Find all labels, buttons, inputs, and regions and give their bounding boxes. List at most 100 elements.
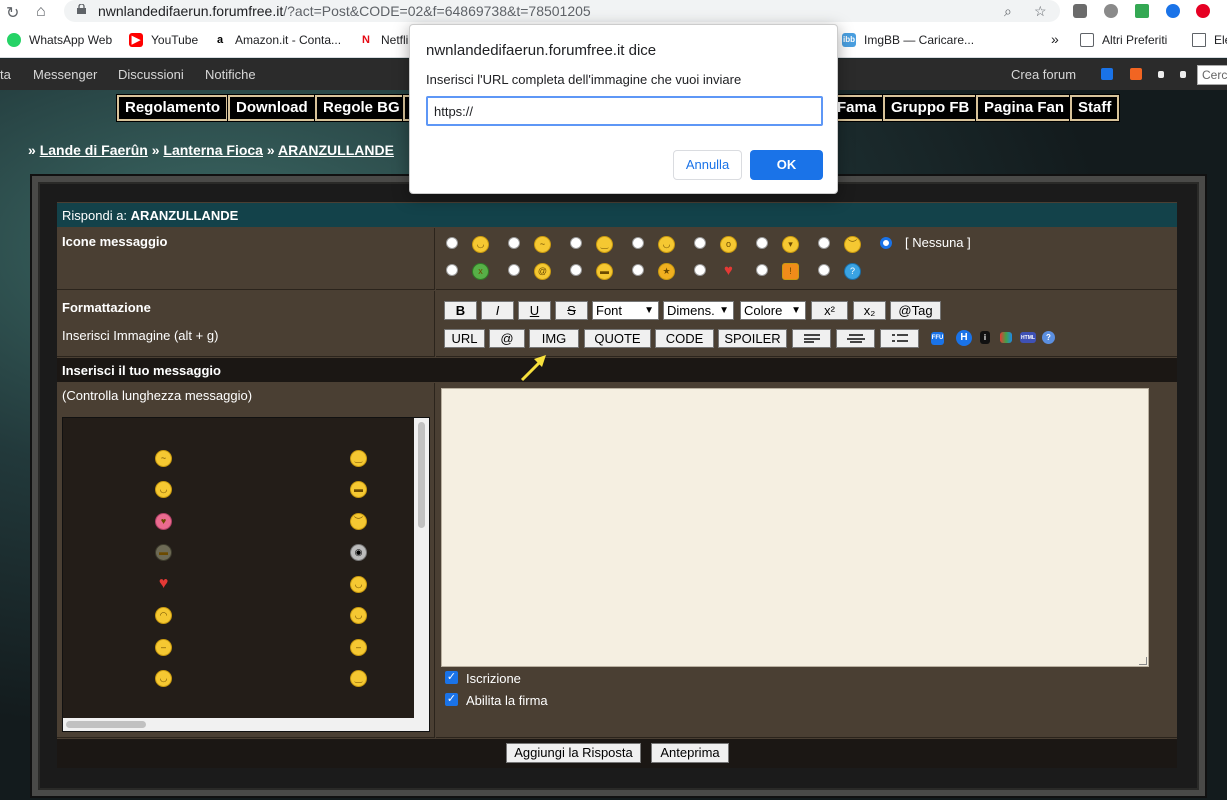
reload-icon[interactable]: ↻	[6, 3, 19, 23]
breadcrumb-lanterna[interactable]: Lanterna Fioca	[163, 142, 263, 158]
topbar-search-input[interactable]: Cerc	[1197, 65, 1227, 85]
dialog-cancel-button[interactable]: Annulla	[673, 150, 742, 180]
emoticon-alien-icon[interactable]: ◉	[350, 544, 367, 561]
align-left-button[interactable]	[792, 329, 831, 348]
drive-icon[interactable]	[1135, 4, 1149, 18]
resize-handle-icon[interactable]	[1139, 657, 1147, 665]
subscribe-checkbox[interactable]: ✓	[445, 671, 458, 684]
align-center-button[interactable]	[836, 329, 875, 348]
icon-radio-none[interactable]	[880, 237, 892, 249]
bookmark-imgbb[interactable]: ibb ImgBB — Caricare...	[842, 33, 974, 47]
signature-checkbox[interactable]: ✓	[445, 693, 458, 706]
reading-list[interactable]: Ele	[1192, 33, 1227, 47]
rss-icon[interactable]	[1130, 68, 1142, 80]
check-length-link[interactable]: (Controlla lunghezza messaggio)	[62, 388, 252, 403]
pinterest-icon[interactable]	[1196, 4, 1210, 18]
size-select[interactable]: Dimens. ▼	[663, 301, 734, 320]
emoticon-upside-icon[interactable]: ◠	[155, 607, 172, 624]
quote-button[interactable]: QUOTE	[584, 329, 651, 348]
emoticons-hscroll-thumb[interactable]	[66, 721, 146, 728]
menu-gruppo-fb[interactable]: Gruppo FB	[881, 94, 979, 122]
list-button[interactable]	[880, 329, 919, 348]
dialog-url-input[interactable]: https://	[426, 96, 823, 126]
menu-download[interactable]: Download	[227, 94, 317, 122]
help-icon[interactable]: ?	[1042, 331, 1055, 344]
breadcrumb-topic[interactable]: ARANZULLANDE	[278, 142, 394, 158]
emoticon-sleepy-icon[interactable]: ‿	[350, 450, 367, 467]
info-black-icon[interactable]: i	[980, 331, 990, 344]
icon-radio-1[interactable]	[446, 237, 458, 249]
spoiler-button[interactable]: SPOILER	[718, 329, 787, 348]
icon-radio-14[interactable]	[818, 264, 830, 276]
emoticon-plain-icon[interactable]: –	[350, 639, 367, 656]
emoticon-cool-icon[interactable]: ▬	[350, 481, 367, 498]
bookmarks-overflow[interactable]: »	[1051, 31, 1059, 47]
star-icon[interactable]: ☆	[1034, 3, 1047, 20]
underline-button[interactable]: U	[518, 301, 551, 320]
font-select[interactable]: Font ▼	[592, 301, 659, 320]
ffu-icon[interactable]: FFU	[931, 332, 944, 345]
tag-button[interactable]: @Tag	[890, 301, 941, 320]
menu-pagina-fan[interactable]: Pagina Fan	[974, 94, 1074, 122]
home-icon[interactable]: ⌂	[36, 3, 46, 21]
emoticon-smile-icon[interactable]: ◡	[350, 607, 367, 624]
emoticon-love-icon[interactable]: ♥	[155, 513, 172, 530]
bookmark-folder-others[interactable]: Altri Preferiti	[1080, 33, 1167, 47]
emoticon-hmm-icon[interactable]: ~	[155, 450, 172, 467]
bold-button[interactable]: B	[444, 301, 477, 320]
zoom-icon[interactable]: ⌕	[1004, 3, 1012, 20]
emoticons-scroll-thumb[interactable]	[418, 422, 425, 528]
strike-button[interactable]: S	[555, 301, 588, 320]
emoticon-neutral-icon[interactable]: –	[155, 639, 172, 656]
mention-button[interactable]: @	[489, 329, 525, 348]
emoticon-blush-icon[interactable]: ‿	[350, 670, 367, 687]
subscript-button[interactable]: x₂	[853, 301, 886, 320]
icon-radio-10[interactable]	[570, 264, 582, 276]
bookmark-whatsapp[interactable]: WhatsApp Web	[7, 33, 112, 47]
url-text[interactable]: nwnlandedifaerun.forumfree.it/?act=Post&…	[98, 3, 591, 19]
extension-icon[interactable]	[1104, 4, 1118, 18]
superscript-button[interactable]: x²	[811, 301, 848, 320]
pocket-icon[interactable]	[1073, 4, 1087, 18]
h-icon[interactable]: H	[956, 330, 972, 346]
color-select[interactable]: Colore ▼	[740, 301, 806, 320]
emoticon-ninja-icon[interactable]: ▬	[155, 544, 172, 561]
submit-reply-button[interactable]: Aggiungi la Risposta	[506, 743, 641, 763]
bookmark-amazon[interactable]: a Amazon.it - Conta...	[213, 33, 341, 47]
emoticon-laugh-icon[interactable]: ◡	[155, 670, 172, 687]
forumfree-icon[interactable]	[1101, 68, 1113, 80]
emoticon-angry-icon[interactable]: ︶	[350, 513, 367, 530]
color-grid-icon[interactable]	[1000, 332, 1012, 343]
img-button[interactable]: IMG	[529, 329, 579, 348]
html-icon[interactable]: HTML	[1020, 332, 1036, 343]
italic-button[interactable]: I	[481, 301, 514, 320]
message-textarea[interactable]	[441, 388, 1149, 667]
square-icon-2[interactable]	[1180, 71, 1186, 78]
icon-radio-11[interactable]	[632, 264, 644, 276]
icon-radio-2[interactable]	[508, 237, 520, 249]
bookmark-netflix[interactable]: N Netfli	[359, 33, 408, 47]
emoticon-rofl-icon[interactable]: ◡	[350, 576, 367, 593]
topbar-crea-forum[interactable]: Crea forum	[1011, 67, 1076, 82]
breadcrumb-lande[interactable]: Lande di Faerûn	[40, 142, 148, 158]
url-button[interactable]: URL	[444, 329, 485, 348]
square-icon[interactable]	[1158, 71, 1164, 78]
icon-radio-6[interactable]	[756, 237, 768, 249]
code-button[interactable]: CODE	[655, 329, 714, 348]
icon-radio-3[interactable]	[570, 237, 582, 249]
icon-radio-4[interactable]	[632, 237, 644, 249]
topbar-notifiche[interactable]: Notifiche	[205, 67, 256, 82]
emoticon-heart-icon[interactable]: ♥	[155, 576, 172, 593]
icon-radio-8[interactable]	[446, 264, 458, 276]
icon-radio-5[interactable]	[694, 237, 706, 249]
icon-radio-13[interactable]	[756, 264, 768, 276]
emoticon-grin-icon[interactable]: ◡	[155, 481, 172, 498]
topbar-discussioni[interactable]: Discussioni	[118, 67, 184, 82]
bookmark-youtube[interactable]: ▶ YouTube	[129, 33, 198, 47]
icon-radio-9[interactable]	[508, 264, 520, 276]
preview-button[interactable]: Anteprima	[651, 743, 729, 763]
topbar-cut-link[interactable]: ta	[0, 67, 11, 82]
dialog-ok-button[interactable]: OK	[750, 150, 823, 180]
menu-regole-bg[interactable]: Regole BG	[314, 94, 409, 122]
extension-blue-icon[interactable]	[1166, 4, 1180, 18]
